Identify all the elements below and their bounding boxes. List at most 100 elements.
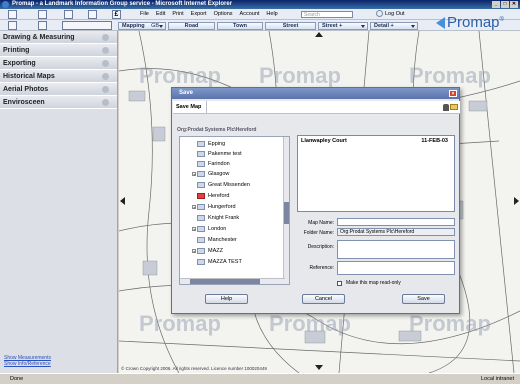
logo-text: Promap [447, 14, 500, 31]
map-list[interactable]: Llanwapley Court 11-FEB-03 [297, 135, 455, 212]
folder-icon [197, 248, 205, 254]
reference-input[interactable] [337, 261, 455, 275]
tree-item-label: Manchester [208, 237, 237, 243]
folder-path: Org:Prodat Systems Plc\Hereford [177, 127, 257, 133]
maximize-button[interactable]: □ [501, 1, 509, 8]
logout-button[interactable]: Log Out [376, 10, 405, 19]
logout-icon [376, 10, 383, 18]
window-controls: _ □ ✕ [492, 1, 518, 8]
expand-icon[interactable]: + [192, 172, 196, 177]
chevron-down-icon [159, 25, 163, 28]
tree-item-label: Hereford [208, 193, 230, 199]
sidebar-item-label: Drawing & Measuring [3, 34, 75, 41]
home-icon[interactable] [8, 21, 17, 30]
sidebar-item-exporting[interactable]: Exporting [0, 57, 117, 70]
sidebar-item-historical-maps[interactable]: Historical Maps [0, 70, 117, 83]
folder-icon [197, 259, 205, 265]
menu-account[interactable]: Account [240, 10, 260, 19]
grid-icon[interactable] [64, 10, 73, 19]
lock-icon[interactable] [443, 104, 449, 111]
menu-options[interactable]: Options [214, 10, 233, 19]
promap-logo: Promap® [436, 10, 504, 31]
street-plus-dropdown[interactable]: Street + [318, 22, 368, 30]
folder-tree[interactable]: Epping Pakenme test Farindon + Glasgow Gr… [179, 136, 290, 285]
tree-vertical-scrollbar[interactable] [283, 137, 289, 284]
search-input[interactable]: Search [301, 11, 353, 18]
menu-file[interactable]: File [140, 10, 149, 19]
window-titlebar: Promap - a Landmark Information Group se… [0, 0, 520, 9]
tree-item-label: Knight Frank [208, 215, 240, 221]
description-input[interactable] [337, 240, 455, 259]
reference-label: Reference: [309, 265, 334, 271]
tree-item-label: Farindon [208, 161, 230, 167]
map-watermark: Promap [259, 63, 341, 88]
readonly-checkbox[interactable] [337, 281, 342, 286]
pan-right-arrow[interactable] [514, 197, 519, 205]
detail-dropdown[interactable]: Detail + [370, 22, 418, 30]
street-tab[interactable]: Street [265, 22, 316, 30]
pound-icon[interactable]: £ [112, 10, 121, 19]
tree-item-label: Glasgow [208, 171, 230, 177]
pan-down-arrow[interactable] [315, 365, 323, 370]
print-icon[interactable] [88, 10, 97, 19]
mapping-dropdown[interactable]: Mapping GB [118, 22, 166, 30]
ie-icon [2, 1, 9, 8]
minimize-button[interactable]: _ [492, 1, 500, 8]
promap-arrow-icon [436, 17, 445, 30]
close-icon[interactable]: × [449, 90, 457, 97]
folder-name-label: Folder Name: [303, 230, 334, 236]
chevron-down-icon [102, 34, 109, 41]
open-icon[interactable] [8, 10, 17, 19]
tree-item-label: Great Missenden [208, 182, 250, 188]
tree-item-label: Hungerford [208, 204, 236, 210]
new-folder-icon[interactable] [450, 104, 458, 110]
sidebar-item-label: Historical Maps [3, 73, 55, 80]
cancel-button[interactable]: Cancel [302, 294, 345, 304]
logo-trademark: ® [499, 17, 504, 23]
sidebar-item-drawing[interactable]: Drawing & Measuring [0, 31, 117, 44]
folder-icon [197, 215, 205, 221]
map-watermark: Promap [409, 63, 491, 88]
folder-icon [197, 171, 205, 177]
sidebar-item-label: Printing [3, 47, 30, 54]
sidebar-item-aerial-photos[interactable]: Aerial Photos [0, 83, 117, 96]
sidebar-item-label: Envirosceen [3, 99, 45, 106]
logout-label: Log Out [385, 11, 405, 17]
close-window-button[interactable]: ✕ [510, 1, 518, 8]
folder-icon [197, 204, 205, 210]
move-icon[interactable] [38, 21, 47, 30]
show-info-link[interactable]: Show Info/Reference [4, 361, 51, 367]
save-button[interactable]: Save [402, 294, 445, 304]
expand-icon[interactable]: + [192, 205, 196, 210]
expand-icon[interactable]: + [192, 227, 196, 232]
road-tab[interactable]: Road [168, 22, 215, 30]
list-item[interactable]: Llanwapley Court 11-FEB-03 [299, 137, 454, 145]
pan-left-arrow[interactable] [120, 197, 125, 205]
town-tab[interactable]: Town [217, 22, 263, 30]
scale-icon[interactable] [62, 21, 112, 30]
scrollbar-thumb[interactable] [284, 202, 289, 224]
tree-item-label: Pakenme test [208, 151, 242, 157]
sidebar-item-printing[interactable]: Printing [0, 44, 117, 57]
menu-help[interactable]: Help [266, 10, 277, 19]
scrollbar-thumb[interactable] [190, 279, 260, 284]
folder-open-icon [197, 193, 205, 199]
tree-horizontal-scrollbar[interactable] [180, 278, 285, 284]
map-name-label: Map Name: [308, 220, 334, 226]
street-plus-label: Street + [322, 23, 343, 29]
sidebar-item-envirosceen[interactable]: Envirosceen [0, 96, 117, 109]
menu-export[interactable]: Export [191, 10, 207, 19]
folder-icon[interactable] [38, 10, 47, 19]
help-button[interactable]: Help [205, 294, 248, 304]
detail-label: Detail + [374, 23, 394, 29]
map-name-input[interactable] [337, 218, 455, 226]
expand-icon[interactable]: + [192, 249, 196, 254]
menu-edit[interactable]: Edit [156, 10, 165, 19]
status-bar: Done Local intranet [0, 373, 520, 383]
pan-up-arrow[interactable] [315, 32, 323, 37]
folder-icon [197, 182, 205, 188]
menu-print[interactable]: Print [172, 10, 183, 19]
tab-save-map[interactable]: Save Map [173, 101, 208, 114]
tree-item-label: Epping [208, 141, 226, 147]
tree-item-label: London [208, 226, 227, 232]
